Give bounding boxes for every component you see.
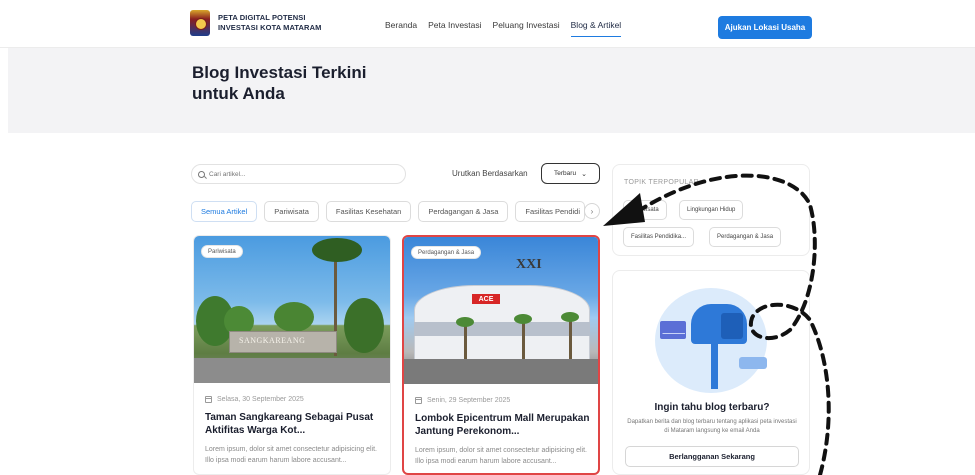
submit-location-button[interactable]: Ajukan Lokasi Usaha: [718, 16, 812, 39]
tab-perdagangan-jasa[interactable]: Perdagangan & Jasa: [418, 201, 509, 222]
calendar-icon: [205, 396, 212, 403]
tab-semua-artikel[interactable]: Semua Artikel: [191, 201, 258, 222]
tab-fasilitas-pendidikan[interactable]: Fasilitas Pendidi: [515, 201, 586, 222]
popular-topics-label: TOPIK TERPOPULAR: [624, 179, 699, 186]
site-logo[interactable]: PETA DIGITAL POTENSI INVESTASI KOTA MATA…: [190, 10, 321, 36]
article-title-line-1: Lombok Epicentrum Mall Merupakan: [415, 413, 590, 424]
page-title-line-2: untuk Anda: [192, 84, 285, 103]
logo-line-2: INVESTASI KOTA MATARAM: [218, 23, 322, 32]
topic-tag-fasilitas-pendidikan[interactable]: Fasilitas Pendidika...: [623, 227, 695, 247]
page-title: Blog Investasi Terkini untuk Anda: [192, 62, 412, 104]
article-date: Selasa, 30 September 2025: [205, 396, 304, 403]
nav-blog-artikel[interactable]: Blog & Artikel: [570, 20, 622, 37]
envelope-icon: [660, 321, 686, 339]
article-date-text: Selasa, 30 September 2025: [217, 396, 304, 403]
main-nav: Beranda Peta Investasi Peluang Investasi…: [385, 20, 632, 37]
article-title[interactable]: Taman Sangkareang Sebagai Pusat Aktifita…: [205, 411, 385, 437]
article-date: Senin, 29 September 2025: [415, 397, 510, 404]
article-title-line-2: Aktifitas Warga Kot...: [205, 425, 306, 436]
calendar-icon: [415, 397, 422, 404]
image-logo: XXI: [516, 257, 542, 272]
article-title-line-2: Jantung Perekonom...: [415, 426, 520, 437]
page-title-line-1: Blog Investasi Terkini: [192, 63, 367, 82]
sort-value: Terbaru: [554, 170, 577, 177]
topic-tag-lingkungan-hidup[interactable]: Lingkungan Hidup: [679, 200, 744, 220]
image-sign: ACE: [472, 294, 500, 304]
logo-text: PETA DIGITAL POTENSI INVESTASI KOTA MATA…: [218, 13, 321, 33]
article-title-line-1: Taman Sangkareang Sebagai Pusat: [205, 412, 374, 423]
subscribe-button[interactable]: Berlangganan Sekarang: [625, 446, 799, 467]
search-box[interactable]: [191, 164, 406, 184]
article-date-text: Senin, 29 September 2025: [427, 397, 511, 404]
sort-dropdown[interactable]: Terbaru ⌄: [541, 163, 600, 184]
newsletter-description: Dapatkan berita dan blog terbaru tentang…: [627, 419, 797, 434]
search-input[interactable]: [209, 170, 389, 178]
sort-label: Urutkan Berdasarkan: [452, 169, 528, 178]
tab-fasilitas-kesehatan[interactable]: Fasilitas Kesehatan: [325, 201, 412, 222]
hero-banner: Blog Investasi Terkini untuk Anda: [8, 48, 975, 133]
article-image: ACE XXI: [404, 237, 598, 384]
article-image: SANGKAREANG: [194, 236, 390, 383]
article-excerpt: Lorem ipsum, dolor sit amet consectetur …: [205, 446, 377, 464]
popular-topics-panel: TOPIK TERPOPULAR Pariwisata Lingkungan H…: [612, 164, 810, 256]
article-title[interactable]: Lombok Epicentrum Mall Merupakan Jantung…: [415, 412, 595, 438]
tab-pariwisata[interactable]: Pariwisata: [264, 201, 319, 222]
category-badge: Perdagangan & Jasa: [411, 246, 482, 259]
top-navbar: PETA DIGITAL POTENSI INVESTASI KOTA MATA…: [0, 0, 975, 48]
city-emblem-icon: [190, 10, 210, 36]
topic-tag-pariwisata[interactable]: Pariwisata: [623, 200, 667, 220]
category-badge: Pariwisata: [201, 245, 243, 258]
chevron-right-icon[interactable]: ›: [584, 203, 600, 219]
article-card-highlighted[interactable]: ACE XXI Perdagangan & Jasa Senin, 29 Sep…: [402, 235, 600, 475]
newsletter-title: Ingin tahu blog terbaru?: [654, 402, 770, 413]
logo-line-1: PETA DIGITAL POTENSI: [218, 13, 306, 22]
category-tabs: Semua Artikel Pariwisata Fasilitas Keseh…: [191, 201, 592, 222]
search-icon: [198, 170, 205, 178]
topic-tag-perdagangan-jasa[interactable]: Perdagangan & Jasa: [709, 227, 782, 247]
nav-peta-investasi[interactable]: Peta Investasi: [428, 20, 481, 37]
article-excerpt: Lorem ipsum, dolor sit amet consectetur …: [415, 447, 587, 465]
newsletter-panel: Ingin tahu blog terbaru? Dapatkan berita…: [612, 270, 810, 475]
article-card[interactable]: SANGKAREANG Pariwisata Selasa, 30 Septem…: [193, 235, 391, 475]
nav-peluang-investasi[interactable]: Peluang Investasi: [493, 20, 560, 37]
image-caption: SANGKAREANG: [239, 336, 306, 345]
nav-beranda[interactable]: Beranda: [385, 20, 417, 37]
chevron-down-icon: ⌄: [581, 170, 587, 178]
